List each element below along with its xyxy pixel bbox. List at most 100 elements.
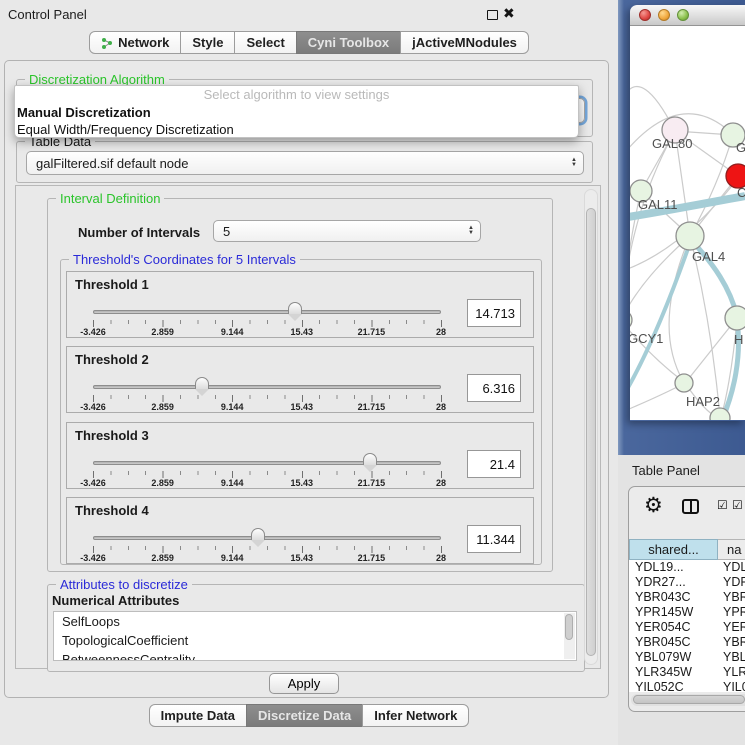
tab-network-label: Network [118, 32, 169, 53]
threshold-2-label: Threshold 2 [75, 352, 149, 367]
tab-impute-data[interactable]: Impute Data [149, 704, 247, 727]
zoom-traffic-light-icon[interactable] [677, 9, 689, 21]
settings-scrollbar-thumb[interactable] [586, 208, 596, 656]
cyni-toolbox-panel: Discretization Algorithm ▲▼ Select algor… [4, 60, 609, 698]
threshold-3-label: Threshold 3 [75, 428, 149, 443]
node-hap2[interactable] [675, 374, 693, 392]
tab-select-label: Select [246, 32, 284, 53]
close-icon[interactable]: ✖ [503, 5, 515, 22]
table-horizontal-scrollbar[interactable] [631, 694, 745, 706]
slider-tick-labels: -3.4262.8599.14415.4321.71528 [93, 478, 441, 488]
attribute-item[interactable]: SelfLoops [54, 612, 576, 631]
threshold-3-slider[interactable]: -3.4262.8599.14415.4321.71528 [93, 453, 443, 487]
threshold-2-value-field[interactable] [467, 374, 521, 402]
network-canvas[interactable]: GAL80 G C GAL11 GAL4 GCY1 H HAP2 [630, 26, 745, 420]
combo-spinner-icon: ▲▼ [464, 226, 480, 236]
table-row[interactable]: YBR045CYBR0 [629, 635, 745, 650]
split-columns-icon[interactable] [682, 499, 699, 514]
column-header-shared-name[interactable]: shared... [629, 539, 718, 560]
tab-jactivemnodules-label: jActiveMNodules [412, 32, 517, 53]
slider-track[interactable] [93, 385, 441, 389]
slider-major-ticks [93, 395, 442, 402]
slider-major-ticks [93, 546, 442, 553]
threshold-1-value-field[interactable] [467, 299, 521, 327]
table-row[interactable]: YBR043CYBR0 [629, 590, 745, 605]
network-window: GAL80 G C GAL11 GAL4 GCY1 H HAP2 [630, 5, 745, 421]
number-of-intervals-label: Number of Intervals [78, 225, 200, 240]
attributes-scrollbar[interactable] [564, 613, 575, 659]
tab-infer-network[interactable]: Infer Network [362, 704, 469, 727]
node-gal4[interactable] [676, 222, 704, 250]
slider-thumb[interactable] [288, 302, 302, 314]
table-row[interactable]: YIL052CYIL0 [629, 680, 745, 692]
threshold-3-panel: Threshold 3 -3.4262.8599.14415.4321.7152… [66, 422, 534, 489]
node-h[interactable] [725, 306, 745, 330]
slider-thumb[interactable] [195, 377, 209, 389]
tab-jactivemnodules[interactable]: jActiveMNodules [400, 31, 529, 54]
attribute-item[interactable]: BetweennessCentrality [54, 650, 576, 661]
threshold-2-panel: Threshold 2 -3.4262.8599.14415.4321.7152… [66, 346, 534, 413]
threshold-3-value-field[interactable] [467, 450, 521, 478]
slider-track[interactable] [93, 461, 441, 465]
column-header-name[interactable]: na [718, 539, 745, 560]
algorithm-option-equal-width[interactable]: Equal Width/Frequency Discretization [15, 121, 578, 138]
apply-button[interactable]: Apply [269, 673, 339, 694]
tab-impute-data-label: Impute Data [161, 705, 235, 726]
node-gcy1[interactable] [630, 310, 632, 330]
node-label: HAP2 [686, 394, 720, 409]
network-window-titlebar[interactable] [630, 5, 745, 26]
slider-major-ticks [93, 320, 442, 327]
slider-tick-labels: -3.4262.8599.14415.4321.71528 [93, 327, 441, 337]
tab-style[interactable]: Style [180, 31, 235, 54]
select-all-checkbox-icon[interactable]: ☑ [717, 498, 728, 512]
table-data-combobox[interactable]: galFiltered.sif default node ▲▼ [26, 151, 584, 175]
threshold-4-value-field[interactable] [467, 525, 521, 553]
interval-definition-group: Interval Definition Number of Intervals … [47, 198, 553, 572]
table-row[interactable]: YLR345WYLR3 [629, 665, 745, 680]
node-label: GAL4 [692, 249, 725, 264]
attributes-list[interactable]: SelfLoops TopologicalCoefficient Between… [53, 611, 577, 661]
gear-icon[interactable]: ⚙ [644, 493, 663, 518]
node-label: C [737, 185, 745, 200]
tab-network[interactable]: Network [89, 31, 181, 54]
attribute-item[interactable]: TopologicalCoefficient [54, 631, 576, 650]
number-of-intervals-combobox[interactable]: 5 ▲▼ [213, 220, 481, 242]
threshold-1-label: Threshold 1 [75, 277, 149, 292]
thresholds-group-title: Threshold's Coordinates for 5 Intervals [69, 252, 300, 267]
close-traffic-light-icon[interactable] [639, 9, 651, 21]
threshold-2-slider[interactable]: -3.4262.8599.14415.4321.71528 [93, 377, 443, 411]
slider-track[interactable] [93, 310, 441, 314]
node-label: H [734, 332, 743, 347]
minimize-traffic-light-icon[interactable] [658, 9, 670, 21]
table-row[interactable]: YPR145WYPR1 [629, 605, 745, 620]
table-row[interactable]: YER054CYER0 [629, 620, 745, 635]
network-nodes[interactable] [630, 117, 745, 420]
table-row[interactable]: YDL19...YDL1 [629, 560, 745, 575]
table-row[interactable]: YDR27...YDR2 [629, 575, 745, 590]
table-data-value: galFiltered.sif default node [27, 156, 567, 171]
tab-cyni-toolbox[interactable]: Cyni Toolbox [296, 31, 401, 54]
tab-select[interactable]: Select [234, 31, 296, 54]
threshold-4-slider[interactable]: -3.4262.8599.14421.71515.4328 [93, 528, 443, 562]
slider-thumb[interactable] [251, 528, 265, 540]
algorithm-option-manual[interactable]: Manual Discretization [15, 104, 578, 121]
tab-discretize-data[interactable]: Discretize Data [246, 704, 363, 727]
table-row[interactable]: YBL079WYBL0 [629, 650, 745, 665]
settings-scrollbar[interactable] [584, 189, 598, 665]
table-panel-title: Table Panel [632, 463, 700, 478]
table-data-group: Table Data galFiltered.sif default node … [16, 141, 593, 183]
algorithm-hint: Select algorithm to view settings [15, 86, 578, 104]
tab-style-label: Style [192, 32, 223, 53]
thresholds-group: Threshold's Coordinates for 5 Intervals … [60, 259, 542, 565]
select-none-checkbox-icon[interactable]: ☑ [732, 498, 743, 512]
combo-spinner-icon: ▲▼ [567, 158, 583, 168]
network-icon [101, 37, 113, 49]
slider-thumb[interactable] [363, 453, 377, 465]
tab-discretize-data-label: Discretize Data [258, 705, 351, 726]
float-window-icon[interactable] [487, 10, 498, 20]
slider-track[interactable] [93, 536, 441, 540]
control-panel-title: Control Panel [8, 7, 87, 22]
threshold-1-slider[interactable]: -3.4262.8599.14415.4321.71528 [93, 302, 443, 336]
slider-tick-labels: -3.4262.8599.14415.4321.71528 [93, 402, 441, 412]
table-panel-region: Table Panel ⚙ ☑ ☑ shared... na YDL19...Y… [618, 455, 745, 745]
